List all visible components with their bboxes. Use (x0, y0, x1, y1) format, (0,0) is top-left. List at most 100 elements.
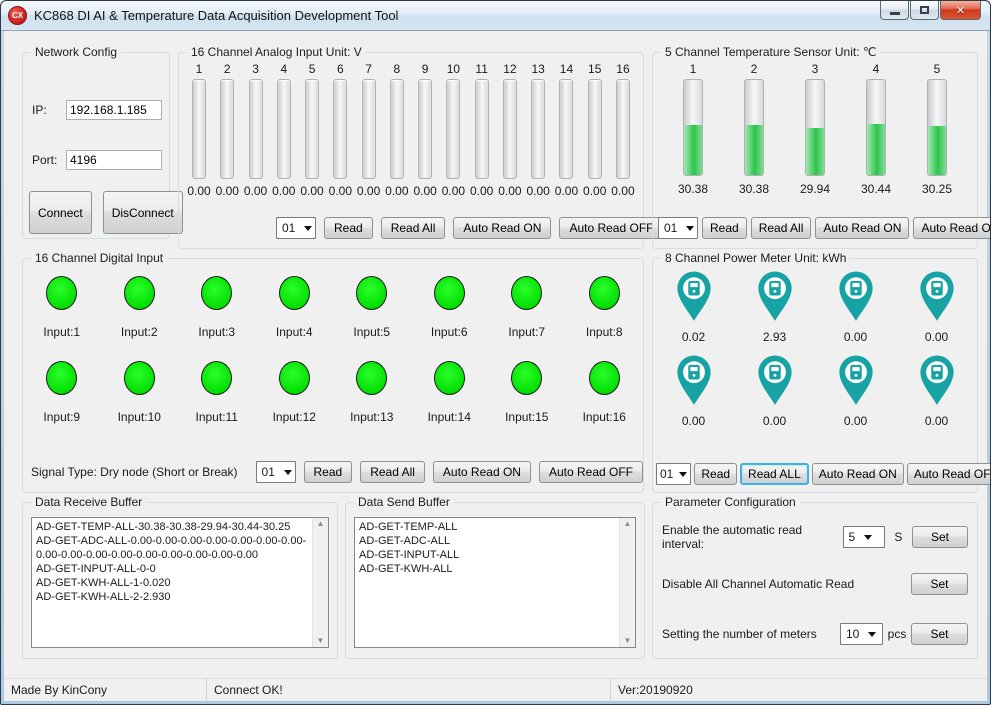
channel-value: 0.00 (244, 184, 267, 198)
channel-number: 5 (309, 62, 316, 79)
analog-channels: 10.00 20.00 30.00 40.00 50.00 60.00 70.0… (179, 53, 643, 198)
digital-input: Input:7 (508, 276, 545, 339)
temperature-read-button[interactable]: Read (702, 217, 747, 239)
temperature-fill (684, 125, 702, 175)
scroll-down-icon[interactable]: ▼ (317, 637, 325, 645)
meter-count-unit-label: pcs (883, 627, 911, 641)
digital-input: Input:1 (43, 276, 80, 339)
analog-level-bar (559, 79, 573, 179)
digital-read-all-button[interactable]: Read All (360, 461, 425, 483)
analog-auto-read-on-button[interactable]: Auto Read ON (453, 217, 551, 239)
analog-channel: 150.00 (582, 62, 608, 198)
meter-pin-icon (916, 355, 958, 407)
analog-channel: 10.00 (186, 62, 212, 198)
digital-input: Input:11 (196, 361, 238, 424)
analog-channel: 80.00 (384, 62, 410, 198)
receive-buffer-scrollbar[interactable]: ▲▼ (312, 518, 328, 647)
input-label: Input:16 (583, 410, 626, 424)
power-read-all-button[interactable]: Read ALL (740, 463, 809, 485)
channel-number: 1 (690, 62, 697, 79)
channel-value: 0.00 (187, 184, 210, 198)
meter-count-set-button[interactable]: Set (911, 623, 968, 645)
channel-value: 0.00 (216, 184, 239, 198)
channel-value: 0.00 (300, 184, 323, 198)
temperature-level-bar (744, 79, 764, 176)
scroll-up-icon[interactable]: ▲ (317, 520, 325, 528)
analog-channel-select[interactable]: 01 (276, 217, 316, 239)
channel-number: 14 (560, 62, 573, 79)
power-meters-row-1: 0.02 2.93 0.00 0.00 (653, 271, 977, 344)
connect-button[interactable]: Connect (29, 191, 92, 234)
analog-channel: 70.00 (356, 62, 382, 198)
title-bar[interactable]: CX KC868 DI AI & Temperature Data Acquis… (1, 1, 990, 31)
ip-input[interactable] (66, 100, 162, 120)
scroll-up-icon[interactable]: ▲ (624, 520, 632, 528)
app-logo-icon: CX (8, 6, 27, 25)
digital-channel-select[interactable]: 01 (256, 461, 296, 483)
send-buffer-text[interactable]: AD-GET-TEMP-ALL AD-GET-ADC-ALL AD-GET-IN… (355, 518, 619, 647)
led-on-indicator (511, 276, 542, 310)
power-meters-row-2: 0.00 0.00 0.00 0.00 (653, 355, 977, 428)
analog-auto-read-off-button[interactable]: Auto Read OFF (559, 217, 663, 239)
analog-level-bar (192, 79, 206, 179)
digital-input: Input:16 (583, 361, 626, 424)
temperature-auto-read-on-button[interactable]: Auto Read ON (815, 217, 909, 239)
digital-auto-read-off-button[interactable]: Auto Read OFF (539, 461, 643, 483)
analog-read-all-button[interactable]: Read All (381, 217, 446, 239)
meter-count-select[interactable]: 10 (840, 623, 883, 645)
temperature-channel: 530.25 (915, 62, 959, 196)
read-interval-select[interactable]: 5 (843, 526, 885, 548)
close-button[interactable]: ✕ (940, 1, 981, 20)
power-read-button[interactable]: Read (694, 463, 737, 485)
group-title: Network Config (31, 45, 121, 59)
led-on-indicator (356, 361, 387, 395)
temperature-read-all-button[interactable]: Read All (751, 217, 812, 239)
analog-read-button[interactable]: Read (324, 217, 373, 239)
channel-value: 30.44 (861, 182, 891, 196)
digital-inputs-row-1: Input:1 Input:2 Input:3 Input:4 Input:5 … (23, 276, 643, 339)
combo-value: 01 (664, 221, 677, 235)
power-channel-select[interactable]: 01 (656, 463, 691, 485)
minimize-button[interactable] (880, 1, 909, 20)
led-on-indicator (589, 361, 620, 395)
temperature-level-bar (805, 79, 825, 176)
input-label: Input:1 (43, 325, 80, 339)
analog-level-bar (475, 79, 489, 179)
scroll-down-icon[interactable]: ▼ (624, 637, 632, 645)
power-auto-read-off-button[interactable]: Auto Read OFF (907, 463, 991, 485)
analog-channel: 140.00 (553, 62, 579, 198)
maximize-button[interactable] (910, 1, 939, 20)
channel-number: 4 (873, 62, 880, 79)
analog-level-bar (220, 79, 234, 179)
channel-number: 15 (588, 62, 601, 79)
meter-pin-icon (673, 271, 715, 323)
combo-value: 01 (660, 467, 673, 481)
port-input[interactable] (66, 150, 162, 170)
temperature-channel: 130.38 (671, 62, 715, 196)
temperature-channel-select[interactable]: 01 (658, 217, 698, 239)
receive-buffer-text[interactable]: AD-GET-TEMP-ALL-30.38-30.38-29.94-30.44-… (32, 518, 312, 647)
digital-input: Input:15 (505, 361, 548, 424)
power-auto-read-on-button[interactable]: Auto Read ON (812, 463, 904, 485)
send-buffer-scrollbar[interactable]: ▲▼ (619, 518, 635, 647)
digital-inputs-row-2: Input:9 Input:10 Input:11 Input:12 Input… (23, 361, 643, 424)
digital-auto-read-on-button[interactable]: Auto Read ON (433, 461, 531, 483)
digital-read-button[interactable]: Read (304, 461, 353, 483)
status-connection: Connect OK! (207, 679, 611, 701)
channel-value: 29.94 (800, 182, 830, 196)
data-send-buffer-group: Data Send Buffer AD-GET-TEMP-ALL AD-GET-… (345, 502, 645, 659)
digital-input: Input:6 (431, 276, 468, 339)
analog-level-bar (249, 79, 263, 179)
channel-number: 4 (280, 62, 287, 79)
channel-value: 0.00 (498, 184, 521, 198)
analog-channel: 40.00 (271, 62, 297, 198)
meter-value: 0.00 (844, 414, 867, 428)
parameter-configuration-group: Parameter Configuration Enable the autom… (652, 502, 978, 659)
meter-pin-icon (835, 271, 877, 323)
ip-label: IP: (32, 103, 66, 117)
disconnect-button[interactable]: DisConnect (103, 191, 183, 234)
interval-set-button[interactable]: Set (912, 526, 968, 548)
temperature-auto-read-off-button[interactable]: Auto Read OFF (913, 217, 991, 239)
disable-auto-read-set-button[interactable]: Set (911, 573, 968, 595)
data-receive-buffer-group: Data Receive Buffer AD-GET-TEMP-ALL-30.3… (22, 502, 338, 659)
